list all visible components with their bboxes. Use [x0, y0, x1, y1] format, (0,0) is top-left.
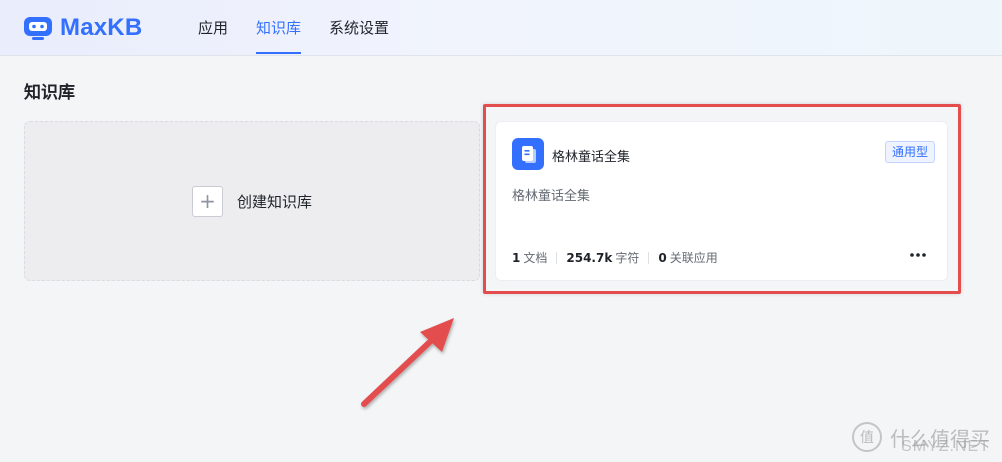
main-nav: 应用 知识库 系统设置 — [198, 0, 417, 56]
watermark-url: SMYZ.NET — [901, 438, 990, 455]
plus-icon: + — [191, 185, 223, 217]
watermark-logo-icon: 值 — [852, 422, 882, 452]
top-navigation-bar: MaxKB 应用 知识库 系统设置 — [0, 0, 1002, 56]
create-knowledge-base-label: 创建知识库 — [236, 192, 312, 211]
create-knowledge-base-card[interactable]: + 创建知识库 — [24, 121, 480, 281]
annotation-arrow-icon — [361, 318, 454, 407]
highlight-box — [483, 104, 961, 294]
nav-item-system-settings[interactable]: 系统设置 — [329, 0, 389, 56]
nav-item-apps[interactable]: 应用 — [198, 0, 228, 56]
brand-name[interactable]: MaxKB — [60, 14, 142, 42]
nav-item-knowledge-base[interactable]: 知识库 — [256, 0, 302, 56]
page-title: 知识库 — [24, 83, 75, 103]
robot-logo-icon[interactable] — [22, 14, 54, 42]
